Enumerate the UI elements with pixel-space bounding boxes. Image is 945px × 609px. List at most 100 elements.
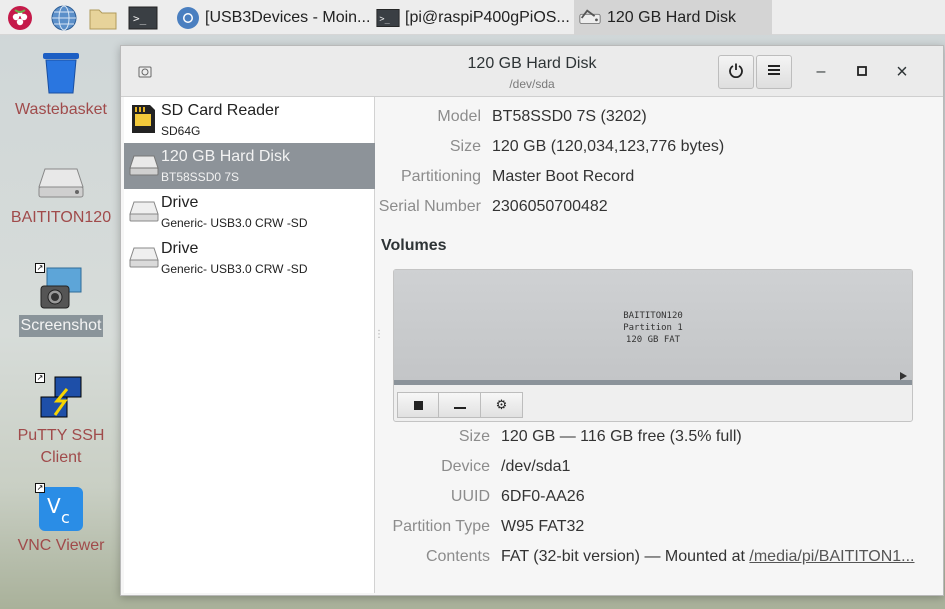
header-bar: 120 GB Hard Disk /dev/sda – × [121, 46, 943, 97]
delete-partition-button[interactable] [439, 392, 481, 418]
device-label: Device [441, 458, 490, 475]
minus-icon [453, 398, 466, 413]
desktop-icon-label: VNC Viewer [17, 537, 105, 554]
minimize-icon: – [816, 63, 826, 80]
partition-size-value: 120 GB — 116 GB free (3.5% full) [501, 428, 742, 445]
disk-model-row: Model BT58SSD0 7S (3202) [375, 108, 945, 130]
desktop-icon-screenshot[interactable]: ↗ Screenshot [0, 263, 122, 337]
device-list: SD Card Reader SD64G 120 GB Hard Disk BT… [124, 97, 375, 593]
partition-name: BAITITON120 [623, 311, 683, 321]
contents-text: FAT (32-bit version) — Mounted at [501, 548, 750, 565]
svg-text:>_: >_ [133, 12, 147, 25]
power-icon [728, 62, 744, 83]
device-name: SD Card Reader [161, 102, 280, 119]
device-desc: SD64G [161, 124, 201, 138]
pane-resize-handle[interactable]: ⋮ [374, 330, 384, 359]
close-icon: × [896, 60, 908, 83]
contents-value: FAT (32-bit version) — Mounted at /media… [501, 548, 915, 566]
gears-icon: ⚙ [495, 397, 508, 412]
task-label: [pi@raspiP400gPiOS... [405, 8, 570, 26]
raspberry-menu-icon[interactable] [4, 2, 36, 33]
desktop-icon-drive[interactable]: BAITITON120 [0, 155, 122, 229]
device-value: /dev/sda1 [501, 458, 571, 475]
drive-icon [129, 242, 159, 270]
expand-arrow-icon[interactable] [900, 372, 907, 380]
close-button[interactable]: × [890, 60, 914, 84]
serial-label: Serial Number [378, 198, 481, 215]
uuid-value: 6DF0-AA26 [501, 488, 585, 505]
task-disks[interactable]: 120 GB Hard Disk [574, 0, 772, 35]
uuid-label: UUID [450, 488, 490, 505]
taskbar: >_ [USB3Devices - Moin... >_ [pi@raspiP4… [0, 0, 945, 35]
folder-icon[interactable] [87, 2, 119, 33]
screenshot-camera-icon: ↗ [35, 263, 87, 315]
volumes-map: BAITITON120 Partition 1 120 GB FAT ⚙ [393, 269, 913, 422]
menu-icon [767, 63, 781, 81]
size-value: 120 GB (120,034,123,776 bytes) [492, 138, 725, 155]
drive-icon [129, 196, 159, 224]
mount-point-link[interactable]: /media/pi/BAITITON1... [749, 548, 914, 565]
partitioning-value: Master Boot Record [492, 168, 635, 185]
disk-serial-row: Serial Number 2306050700482 [375, 198, 945, 220]
volume-toolbar: ⚙ [397, 392, 523, 418]
partition-type-row: Partition Type W95 FAT32 [375, 518, 945, 540]
task-terminal[interactable]: >_ [pi@raspiP400gPiOS... [372, 0, 572, 35]
device-row-drive[interactable]: Drive Generic- USB3.0 CRW -SD [124, 189, 375, 235]
desktop-icon-label: Screenshot [18, 315, 104, 337]
partition-block[interactable]: BAITITON120 Partition 1 120 GB FAT [394, 270, 912, 385]
hard-disk-icon [129, 150, 159, 178]
terminal-icon[interactable]: >_ [127, 2, 159, 33]
device-desc: BT58SSD0 7S [161, 170, 240, 184]
model-label: Model [437, 108, 481, 125]
shortcut-arrow-icon: ↗ [35, 373, 45, 383]
partition-description: 120 GB FAT [625, 335, 681, 345]
shortcut-arrow-icon: ↗ [35, 483, 45, 493]
svg-text:>_: >_ [379, 14, 390, 24]
desktop-icon-label: BAITITON120 [10, 209, 112, 226]
power-off-button[interactable] [718, 55, 754, 89]
drive-icon [35, 155, 87, 207]
svg-text:V: V [47, 494, 61, 518]
device-name: Drive [161, 194, 199, 211]
desktop-icon-vnc[interactable]: ↗ V c VNC Viewer [0, 483, 122, 557]
desktop-icon-label: Wastebasket [15, 101, 107, 118]
maximize-icon [857, 63, 867, 81]
disks-icon [578, 6, 602, 30]
device-name: 120 GB Hard Disk [161, 148, 290, 165]
task-browser[interactable]: [USB3Devices - Moin... [172, 0, 370, 35]
unmount-button[interactable] [397, 392, 439, 418]
partition-size-label: Size [458, 428, 490, 445]
desktop-icon-label-line2: Client [40, 449, 82, 466]
size-label: Size [449, 138, 481, 155]
model-value: BT58SSD0 7S (3202) [492, 108, 647, 125]
desktop-icon-putty[interactable]: ↗ PuTTY SSH Client [0, 373, 122, 469]
partition-type-label: Partition Type [392, 518, 490, 535]
partitioning-label: Partitioning [400, 168, 481, 185]
stop-icon [413, 398, 423, 413]
partition-device-row: Device /dev/sda1 [375, 458, 945, 480]
vnc-icon: ↗ V c [35, 483, 87, 535]
device-row-hard-disk[interactable]: 120 GB Hard Disk BT58SSD0 7S [124, 143, 375, 189]
partition-contents-row: Contents FAT (32-bit version) — Mounted … [375, 548, 945, 570]
device-row-drive[interactable]: Drive Generic- USB3.0 CRW -SD [124, 235, 375, 281]
device-name: Drive [161, 240, 199, 257]
partition-label: BAITITON120 Partition 1 120 GB FAT [394, 310, 912, 346]
partition-type-value: W95 FAT32 [501, 518, 585, 535]
svg-text:c: c [61, 508, 70, 527]
shortcut-arrow-icon: ↗ [35, 263, 45, 273]
chromium-icon [176, 6, 200, 30]
minimize-button[interactable]: – [809, 60, 833, 84]
partition-settings-button[interactable]: ⚙ [481, 392, 523, 418]
task-label: [USB3Devices - Moin... [205, 8, 370, 26]
globe-browser-icon[interactable] [48, 2, 80, 33]
device-row-sd-card-reader[interactable]: SD Card Reader SD64G [124, 97, 375, 143]
desktop-icon-label: PuTTY SSH [17, 427, 105, 444]
maximize-button[interactable] [850, 60, 874, 84]
sd-card-icon [129, 104, 157, 133]
menu-button[interactable] [756, 55, 792, 89]
terminal-icon: >_ [376, 6, 400, 30]
partition-size-row: Size 120 GB — 116 GB free (3.5% full) [375, 428, 945, 450]
disk-size-row: Size 120 GB (120,034,123,776 bytes) [375, 138, 945, 160]
desktop-icon-wastebasket[interactable]: Wastebasket [0, 47, 122, 121]
partition-number: Partition 1 [623, 323, 683, 333]
